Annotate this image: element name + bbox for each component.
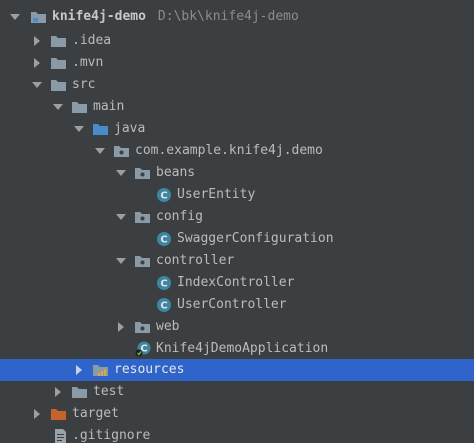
chevron-down-icon[interactable]	[114, 206, 128, 228]
tree-node-controller[interactable]: controller	[0, 250, 474, 272]
tree-label-main: main	[93, 99, 125, 114]
source-folder-icon	[92, 121, 110, 137]
folder-icon	[71, 99, 89, 115]
tree-label-package: com.example.knife4j.demo	[135, 143, 323, 158]
class-icon: C	[156, 297, 174, 313]
tree-node-knife4j-demo[interactable]: knife4j-demo D:\bk\knife4j-demo	[0, 6, 474, 28]
excluded-folder-icon	[50, 406, 68, 422]
tree-node-gitignore[interactable]: .gitignore	[0, 425, 474, 443]
folder-icon	[50, 33, 68, 49]
tree-label-idea: .idea	[72, 33, 112, 48]
tree-node-java[interactable]: java	[0, 118, 474, 140]
folder-icon	[71, 384, 89, 400]
project-tree: knife4j-demo D:\bk\knife4j-demo .idea .mv…	[0, 0, 474, 443]
tree-node-swagger-configuration[interactable]: C SwaggerConfiguration	[0, 228, 474, 250]
tree-label-web: web	[156, 319, 180, 334]
tree-label-user-entity: UserEntity	[177, 187, 256, 202]
folder-icon	[50, 55, 68, 71]
tree-label-swagger-configuration: SwaggerConfiguration	[177, 231, 334, 246]
tree-node-user-entity[interactable]: C UserEntity	[0, 184, 474, 206]
chevron-down-icon[interactable]	[114, 250, 128, 272]
tree-label-beans: beans	[156, 165, 196, 180]
chevron-down-icon[interactable]	[72, 118, 86, 140]
tree-node-idea[interactable]: .idea	[0, 30, 474, 52]
tree-node-config[interactable]: config	[0, 206, 474, 228]
svg-text:C: C	[160, 235, 167, 246]
chevron-right-icon[interactable]	[30, 403, 44, 425]
tree-label-config: config	[156, 209, 203, 224]
chevron-right-icon[interactable]	[51, 381, 65, 403]
tree-label-resources: resources	[114, 362, 185, 377]
project-path: D:\bk\knife4j-demo	[157, 9, 299, 24]
tree-label-mvn: .mvn	[72, 55, 104, 70]
tree-label-test: test	[93, 384, 125, 399]
package-icon	[134, 209, 152, 225]
tree-node-main[interactable]: main	[0, 96, 474, 118]
folder-icon	[50, 77, 68, 93]
text-file-icon	[52, 428, 70, 443]
chevron-down-icon[interactable]	[114, 162, 128, 184]
class-icon: C	[156, 275, 174, 291]
chevron-right-icon[interactable]	[72, 359, 86, 381]
tree-label-src: src	[72, 77, 96, 92]
tree-node-application[interactable]: C Knife4jDemoApplication	[0, 338, 474, 360]
project-name: knife4j-demo	[52, 9, 146, 24]
package-icon	[134, 165, 152, 181]
svg-text:C: C	[160, 191, 167, 202]
tree-node-beans[interactable]: beans	[0, 162, 474, 184]
tree-node-user-controller[interactable]: C UserController	[0, 294, 474, 316]
chevron-down-icon[interactable]	[93, 140, 107, 162]
chevron-down-icon[interactable]	[51, 96, 65, 118]
svg-text:C: C	[160, 301, 167, 312]
spring-boot-class-icon: C	[135, 341, 153, 357]
tree-node-mvn[interactable]: .mvn	[0, 52, 474, 74]
chevron-right-icon[interactable]	[114, 316, 128, 338]
package-icon	[113, 143, 131, 159]
tree-label-target: target	[72, 406, 119, 421]
chevron-right-icon[interactable]	[30, 30, 44, 52]
tree-label-java: java	[114, 121, 146, 136]
tree-node-package[interactable]: com.example.knife4j.demo	[0, 140, 474, 162]
tree-node-src[interactable]: src	[0, 74, 474, 96]
class-icon: C	[156, 231, 174, 247]
package-icon	[134, 319, 152, 335]
resources-folder-icon	[92, 362, 110, 378]
tree-label-gitignore: .gitignore	[72, 428, 151, 443]
class-icon: C	[156, 187, 174, 203]
svg-text:C: C	[160, 279, 167, 290]
tree-node-test[interactable]: test	[0, 381, 474, 403]
tree-label-user-controller: UserController	[177, 297, 287, 312]
tree-node-target[interactable]: target	[0, 403, 474, 425]
package-icon	[134, 253, 152, 269]
tree-label-index-controller: IndexController	[177, 275, 295, 290]
chevron-down-icon[interactable]	[8, 6, 22, 28]
chevron-down-icon[interactable]	[30, 74, 44, 96]
module-folder-icon	[30, 9, 48, 25]
tree-node-index-controller[interactable]: C IndexController	[0, 272, 474, 294]
chevron-right-icon[interactable]	[30, 52, 44, 74]
tree-node-web[interactable]: web	[0, 316, 474, 338]
tree-label-controller: controller	[156, 253, 235, 268]
tree-node-resources[interactable]: resources	[0, 359, 474, 381]
tree-label-application: Knife4jDemoApplication	[156, 341, 329, 356]
